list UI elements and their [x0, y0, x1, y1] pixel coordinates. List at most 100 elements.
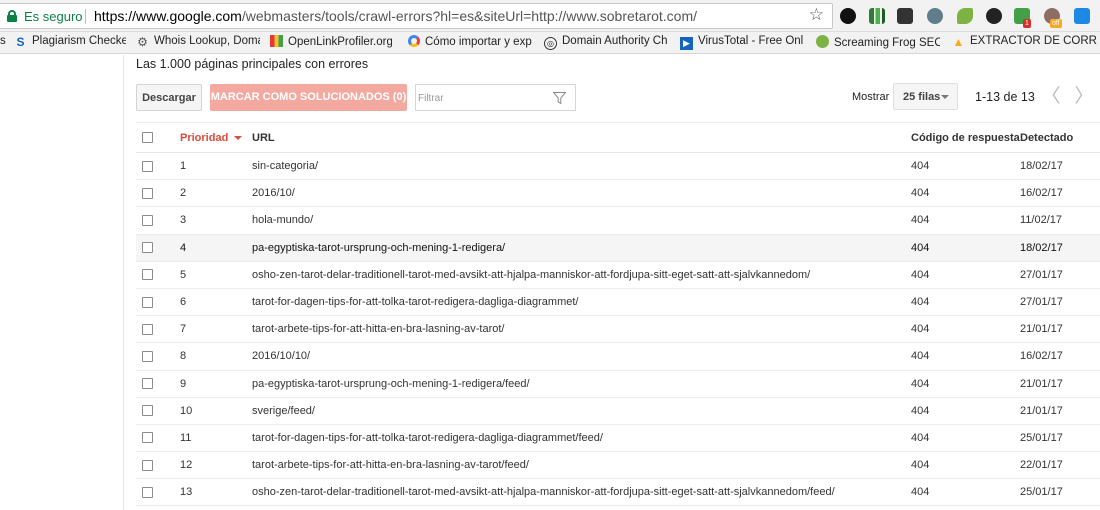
google-icon — [408, 35, 420, 47]
row-checkbox[interactable] — [142, 160, 153, 172]
next-page-button[interactable]: 〉 — [1069, 84, 1099, 111]
bookmark-como-importar[interactable]: Cómo importar y exp — [408, 35, 534, 51]
row-checkbox[interactable] — [142, 269, 153, 281]
priority-cell: 3 — [180, 214, 187, 227]
response-code-cell: 404 — [911, 296, 930, 309]
bookmark-star-icon[interactable]: ☆ — [809, 5, 824, 25]
previous-page-button[interactable]: 〈 — [1036, 84, 1066, 111]
row-select-cell — [142, 262, 156, 288]
table-row[interactable]: 4 pa-egyptiska-tarot-ursprung-och-mening-… — [136, 234, 1100, 262]
detected-date-cell: 21/01/17 — [1020, 377, 1063, 390]
row-checkbox[interactable] — [142, 486, 153, 498]
url-cell[interactable]: tarot-arbete-tips-for-att-hitta-en-bra-l… — [252, 452, 529, 478]
omnibox[interactable]: Es seguro https://www.google.com/webmast… — [0, 3, 833, 29]
bookmarks-bar: s S Plagiarism Checker ⚙ Whois Lookup, Dom… — [0, 32, 1100, 54]
bookmark-plagiarism-checker[interactable]: S Plagiarism Checker — [14, 35, 126, 51]
row-checkbox[interactable] — [142, 242, 153, 254]
filter-funnel-icon[interactable] — [553, 92, 566, 104]
address-bar: Es seguro https://www.google.com/webmast… — [0, 0, 1100, 32]
priority-cell: 11 — [180, 431, 192, 444]
select-all-cell — [142, 123, 156, 152]
table-row[interactable]: 10 sverige/feed/404 21/01/17 — [136, 398, 1100, 425]
omnibox-divider — [85, 9, 86, 24]
table-header: Prioridad URL Código de respuesta Detect… — [136, 122, 1100, 153]
priority-cell: 9 — [180, 377, 187, 390]
table-row[interactable]: 7 tarot-arbete-tips-for-att-hitta-en-bra-… — [136, 316, 1100, 344]
table-row[interactable]: 13 osho-zen-tarot-delar-traditionell-taro… — [136, 479, 1100, 507]
bookmark-label: VirusTotal - Free Onli — [698, 35, 804, 47]
extension-check-icon[interactable] — [927, 8, 943, 24]
table-body: 1 sin-categoria/404 18/02/17 2 2016/10/404 16… — [136, 153, 1100, 507]
row-checkbox[interactable] — [142, 323, 153, 335]
extension-window-icon[interactable] — [1074, 8, 1090, 24]
bookmark-item[interactable]: s — [0, 35, 10, 51]
bookmark-openlinkprofiler[interactable]: OpenLinkProfiler.org — [270, 35, 392, 51]
extension-m-icon[interactable] — [897, 8, 913, 24]
select-all-checkbox[interactable] — [142, 132, 153, 143]
url-cell[interactable]: tarot-for-dagen-tips-for-att-tolka-tarot… — [252, 425, 603, 451]
table-row[interactable]: 1 sin-categoria/404 18/02/17 — [136, 153, 1100, 181]
url-cell[interactable]: tarot-for-dagen-tips-for-att-tolka-tarot… — [252, 289, 578, 315]
response-code-cell: 404 — [911, 214, 930, 227]
settings-gear-icon[interactable] — [986, 8, 1002, 24]
table-row[interactable]: 11 tarot-for-dagen-tips-for-att-tolka-tar… — [136, 425, 1100, 453]
table-row[interactable]: 12 tarot-arbete-tips-for-att-hitta-en-bra… — [136, 452, 1100, 480]
filter-input[interactable] — [418, 89, 548, 107]
url-cell[interactable]: osho-zen-tarot-delar-traditionell-tarot-… — [252, 262, 810, 288]
row-checkbox[interactable] — [142, 405, 153, 417]
bookmark-whois-lookup[interactable]: ⚙ Whois Lookup, Doma — [136, 35, 260, 51]
url-cell[interactable]: 2016/10/10/ — [252, 343, 310, 369]
url-cell[interactable]: sverige/feed/ — [252, 398, 315, 424]
sidebar-divider — [123, 55, 124, 510]
rows-per-page-select[interactable]: 25 filas — [893, 83, 958, 110]
row-checkbox[interactable] — [142, 187, 153, 199]
detected-date-cell: 25/01/17 — [1020, 486, 1063, 499]
bookmark-virustotal[interactable]: ▶ VirusTotal - Free Onli — [680, 35, 804, 51]
row-checkbox[interactable] — [142, 378, 153, 390]
priority-cell: 10 — [180, 404, 193, 417]
table-row[interactable]: 5 osho-zen-tarot-delar-traditionell-tarot… — [136, 262, 1100, 289]
priority-column-header[interactable]: Prioridad — [180, 123, 243, 152]
priority-cell: 5 — [180, 268, 187, 281]
row-checkbox[interactable] — [142, 214, 153, 226]
url-column-header[interactable]: URL — [252, 123, 275, 152]
bookmark-screaming-frog[interactable]: Screaming Frog SEO S — [816, 35, 940, 51]
detected-date-cell: 27/01/17 — [1020, 296, 1063, 309]
page-heading: Las 1.000 páginas principales con errore… — [136, 57, 369, 71]
url-cell[interactable]: sin-categoria/ — [252, 153, 318, 179]
download-button[interactable]: Descargar — [136, 84, 202, 111]
security-label[interactable]: Es seguro — [24, 9, 83, 24]
priority-cell: 6 — [180, 296, 187, 309]
url-cell[interactable]: hola-mundo/ — [252, 207, 313, 233]
row-checkbox[interactable] — [142, 432, 153, 444]
mark-as-fixed-button[interactable]: MARCAR COMO SOLUCIONADOS (0) — [210, 84, 407, 111]
url-cell[interactable]: osho-zen-tarot-delar-traditionell-tarot-… — [252, 479, 835, 505]
warning-icon: ▲ — [952, 35, 965, 49]
extension-link-icon[interactable] — [957, 8, 973, 24]
url-cell[interactable]: tarot-arbete-tips-for-att-hitta-en-bra-l… — [252, 316, 504, 342]
row-select-cell — [142, 371, 156, 397]
bookmark-label: Domain Authority Che — [562, 35, 668, 47]
table-row[interactable]: 2 2016/10/404 16/02/17 — [136, 180, 1100, 208]
row-checkbox[interactable] — [142, 459, 153, 471]
row-checkbox[interactable] — [142, 350, 153, 362]
bar-chart-icon — [270, 35, 283, 47]
bookmark-label: s — [0, 35, 6, 47]
extension-circle-icon[interactable] — [840, 8, 856, 24]
table-row[interactable]: 6 tarot-for-dagen-tips-for-att-tolka-taro… — [136, 289, 1100, 317]
bookmark-domain-authority[interactable]: ◎ Domain Authority Che — [544, 35, 668, 51]
table-row[interactable]: 9 pa-egyptiska-tarot-ursprung-och-mening-… — [136, 371, 1100, 398]
row-checkbox[interactable] — [142, 296, 153, 308]
bookmark-extractor[interactable]: ▲ EXTRACTOR DE CORR — [952, 35, 1100, 51]
detected-column-header[interactable]: Detectado — [1020, 123, 1073, 152]
url-cell[interactable]: 2016/10/ — [252, 180, 295, 206]
table-row[interactable]: 8 2016/10/10/404 16/02/17 — [136, 343, 1100, 371]
table-row[interactable]: 3 hola-mundo/404 11/02/17 — [136, 207, 1100, 235]
url-text[interactable]: https://www.google.com/webmasters/tools/… — [94, 8, 697, 24]
url-cell[interactable]: pa-egyptiska-tarot-ursprung-och-mening-1… — [252, 371, 530, 397]
plagiarism-icon: S — [16, 35, 25, 49]
response-code-column-header[interactable]: Código de respuesta — [911, 123, 1020, 152]
lock-icon[interactable] — [7, 10, 17, 22]
url-cell[interactable]: pa-egyptiska-tarot-ursprung-och-mening-1… — [252, 235, 505, 261]
extension-chart-icon[interactable] — [869, 8, 885, 24]
